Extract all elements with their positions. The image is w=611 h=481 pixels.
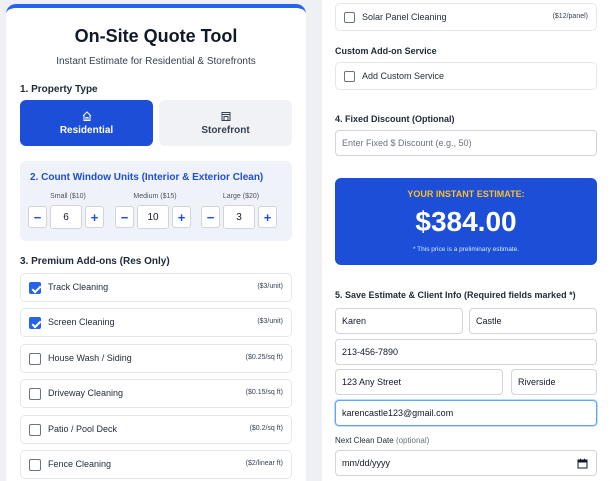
addon-patio-pool-deck[interactable]: Patio / Pool Deck ($0.2/sq ft) [20,415,292,444]
medium-count-input[interactable]: 10 [137,205,169,229]
optional-tag: (optional) [395,436,430,445]
storefront-button[interactable]: Storefront [159,100,292,146]
addon-fence-cleaning[interactable]: Fence Cleaning ($2/linear ft) [20,450,292,479]
next-clean-date-input[interactable]: mm/dd/yyyy [335,450,597,476]
addon-name: Driveway Cleaning [48,388,124,398]
addon-name: Screen Cleaning [48,317,115,327]
estimate-note: * This price is a preliminary estimate. [412,246,520,253]
addon-checkbox[interactable] [344,12,355,23]
discount-label: 4. Fixed Discount (Optional) [335,114,455,124]
city-input[interactable]: Riverside [511,369,597,395]
addon-checkbox[interactable] [29,459,41,471]
addon-price: ($12/panel) [552,13,588,20]
medium-window-label: Medium ($15) [133,193,177,200]
residential-label: Residential [59,125,114,136]
large-increment-button[interactable]: + [258,206,277,228]
calendar-icon[interactable] [577,458,588,469]
addon-house-wash[interactable]: House Wash / Siding ($0.25/sq ft) [20,344,292,373]
small-decrement-button[interactable]: − [28,206,47,228]
addon-checkbox[interactable] [29,388,41,400]
addon-name: Solar Panel Cleaning [362,12,447,22]
quote-tool-panel: On-Site Quote Tool Instant Estimate for … [6,4,306,481]
addon-price: ($2/linear ft) [245,460,283,467]
house-icon [82,111,91,121]
medium-increment-button[interactable]: + [172,206,191,228]
page-title: On-Site Quote Tool [74,26,238,46]
large-count-input[interactable]: 3 [223,205,255,229]
custom-service-label: Add Custom Service [362,71,445,81]
addon-name: House Wash / Siding [48,353,132,363]
phone-input[interactable]: 213-456-7890 [335,339,597,365]
addon-name: Fence Cleaning [48,459,112,469]
next-clean-date-text: Next Clean Date [335,436,394,445]
first-name-input[interactable]: Karen [335,308,463,334]
add-custom-service-button[interactable]: Add Custom Service [335,62,597,90]
addon-price: ($3/unit) [257,318,283,325]
addon-price: ($0.2/sq ft) [249,425,283,432]
discount-input[interactable]: Enter Fixed $ Discount (e.g., 50) [335,130,597,156]
last-name-input[interactable]: Castle [469,308,597,334]
small-window-label: Small ($10) [50,193,86,200]
date-placeholder: mm/dd/yyyy [342,458,391,468]
addon-checkbox[interactable] [29,317,41,329]
window-count-section: 2. Count Window Units (Interior & Exteri… [20,161,292,241]
large-window-label: Large ($20) [222,193,260,200]
estimate-label: YOUR INSTANT ESTIMATE: [407,189,525,199]
street-input[interactable]: 123 Any Street [335,369,503,395]
small-window-group: Small ($10) − 6 + [28,193,108,229]
residential-button[interactable]: Residential [20,100,153,146]
custom-addon-label: Custom Add-on Service [335,46,437,56]
next-clean-date-label: Next Clean Date (optional) [335,436,429,445]
premium-addons-label: 3. Premium Add-ons (Res Only) [20,256,170,267]
storefront-icon [221,112,230,121]
window-count-label: 2. Count Window Units (Interior & Exteri… [30,172,264,183]
addon-checkbox[interactable] [29,353,41,365]
property-type-label: 1. Property Type [20,84,98,95]
addon-solar-panel-cleaning[interactable]: Solar Panel Cleaning ($12/panel) [335,3,597,31]
addon-price: ($0.25/sq ft) [245,354,283,361]
email-input[interactable]: karencastle123@gmail.com [335,400,597,426]
addon-price: ($0.15/sq ft) [245,389,283,396]
small-count-input[interactable]: 6 [50,205,82,229]
estimate-amount: $384.00 [415,206,517,237]
large-window-group: Large ($20) − 3 + [201,193,281,229]
medium-window-group: Medium ($15) − 10 + [115,193,195,229]
addon-checkbox[interactable] [29,282,41,294]
addon-checkbox[interactable] [29,424,41,436]
page-subtitle: Instant Estimate for Residential & Store… [56,56,256,67]
client-info-label: 5. Save Estimate & Client Info (Required… [335,290,576,300]
addon-driveway-cleaning[interactable]: Driveway Cleaning ($0.15/sq ft) [20,379,292,408]
addon-track-cleaning[interactable]: Track Cleaning ($3/unit) [20,273,292,302]
small-increment-button[interactable]: + [85,206,104,228]
addon-name: Patio / Pool Deck [48,424,118,434]
large-decrement-button[interactable]: − [201,206,220,228]
custom-service-checkbox[interactable] [344,71,355,82]
addon-price: ($3/unit) [257,283,283,290]
storefront-label: Storefront [201,125,250,136]
instant-estimate-card: YOUR INSTANT ESTIMATE: $384.00 * This pr… [335,178,597,265]
addon-screen-cleaning[interactable]: Screen Cleaning ($3/unit) [20,308,292,337]
estimate-panel: Solar Panel Cleaning ($12/panel) Custom … [322,0,611,481]
addon-name: Track Cleaning [48,282,109,292]
medium-decrement-button[interactable]: − [115,206,134,228]
